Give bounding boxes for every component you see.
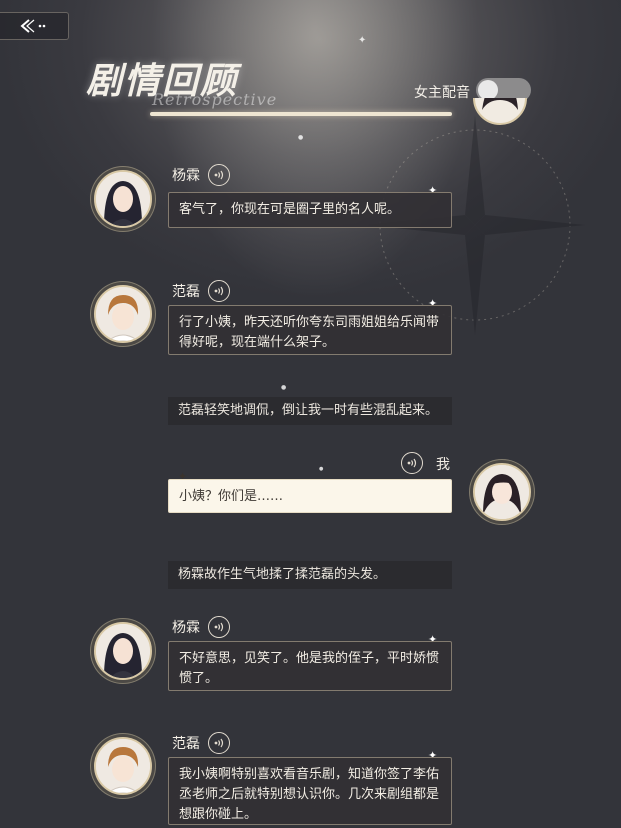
avatar-fanlei[interactable] bbox=[94, 737, 152, 795]
toggle-knob bbox=[478, 80, 498, 100]
speaker-name: 杨霖 bbox=[172, 168, 200, 184]
avatar-partial bbox=[472, 98, 528, 126]
voice-play-icon[interactable] bbox=[208, 616, 230, 638]
back-button[interactable] bbox=[0, 12, 69, 40]
dialogue-bubble: 不好意思，见笑了。他是我的侄子，平时娇惯惯了。 bbox=[168, 641, 452, 691]
voice-play-icon[interactable] bbox=[208, 164, 230, 186]
star-sparkle-icon: ✦ bbox=[358, 35, 367, 46]
speaker-name: 我 bbox=[436, 457, 450, 473]
voice-play-icon[interactable] bbox=[208, 732, 230, 754]
avatar-yanglin[interactable] bbox=[94, 170, 152, 228]
back-arrow-icon bbox=[20, 19, 46, 33]
dialogue-bubble: 我小姨啊特别喜欢看音乐剧，知道你签了李佑丞老师之后就特别想认识你。几次来剧组都是… bbox=[168, 757, 452, 825]
dialogue-bubble: 客气了，你现在可是圈子里的名人呢。 bbox=[168, 192, 452, 228]
dialogue-bubble: 行了小姨，昨天还听你夸东司雨姐姐给乐闻带得好呢，现在端什么架子。 bbox=[168, 305, 452, 355]
speaker-name: 范磊 bbox=[172, 736, 200, 752]
title-divider bbox=[150, 112, 452, 116]
star-sparkle-icon: ● bbox=[281, 384, 287, 391]
avatar-fanlei[interactable] bbox=[94, 285, 152, 343]
star-sparkle-icon: ● bbox=[298, 134, 304, 141]
speaker-name: 范磊 bbox=[172, 284, 200, 300]
avatar-yanglin[interactable] bbox=[94, 622, 152, 680]
star-sparkle-icon: ● bbox=[319, 466, 324, 472]
page-subtitle: Retrospective bbox=[152, 90, 278, 109]
voice-toggle-label: 女主配音 bbox=[414, 85, 470, 101]
narration-text: 范磊轻笑地调侃，倒让我一时有些混乱起来。 bbox=[168, 397, 452, 425]
avatar-me[interactable] bbox=[473, 463, 531, 521]
voice-play-icon[interactable] bbox=[208, 280, 230, 302]
narration-text: 杨霖故作生气地揉了揉范磊的头发。 bbox=[168, 561, 452, 589]
speaker-name: 杨霖 bbox=[172, 620, 200, 636]
dialogue-bubble-mine: 小姨？你们是…… bbox=[168, 479, 452, 513]
voice-play-icon[interactable] bbox=[401, 452, 423, 474]
